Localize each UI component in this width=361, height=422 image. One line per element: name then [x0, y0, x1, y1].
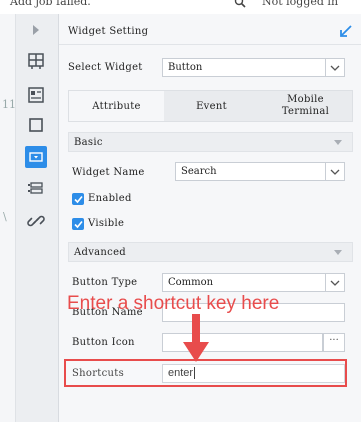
expand-icon[interactable] [32, 25, 40, 35]
layout-icon-button[interactable] [25, 50, 47, 72]
widget-name-label: Widget Name [72, 167, 145, 178]
button-icon-browse-button[interactable]: ··· [323, 333, 345, 352]
template-icon [28, 87, 44, 103]
widget-name-value: Search [181, 166, 217, 177]
basic-section-header[interactable]: Basic [68, 132, 353, 152]
status-message: Add job failed. [10, 0, 91, 8]
template-icon-button[interactable] [25, 84, 47, 106]
widget-name-dropdown[interactable]: Search [175, 162, 345, 181]
settings-tabs: Attribute Event Mobile Terminal [68, 90, 353, 122]
tab-label: Mobile Terminal [281, 94, 330, 117]
down-arrow-icon [183, 314, 209, 362]
advanced-section-header[interactable]: Advanced [68, 242, 353, 262]
section-title: Basic [74, 137, 103, 148]
checkmark-icon [73, 195, 83, 203]
list-icon [28, 182, 43, 194]
button-type-label: Button Type [72, 277, 138, 288]
frame-icon [29, 118, 43, 132]
tab-event[interactable]: Event [164, 91, 259, 121]
button-type-dropdown[interactable]: Common [162, 273, 345, 292]
top-strip: Add job failed. Not logged in [0, 0, 361, 14]
link-icon-button[interactable] [25, 210, 47, 232]
chevron-down-icon [325, 274, 344, 291]
button-type-value: Common [168, 277, 214, 288]
checkmark-icon [73, 220, 83, 228]
list-icon-button[interactable] [25, 178, 47, 200]
search-icon[interactable] [234, 0, 246, 8]
annotation-text: Enter a shortcut key here [67, 293, 280, 314]
layout-icon [28, 53, 44, 69]
visible-checkbox[interactable] [72, 218, 84, 230]
link-icon [27, 215, 45, 227]
widget-icon-button[interactable] [25, 146, 47, 168]
collapse-arrow-icon[interactable] [339, 24, 353, 38]
tab-attribute[interactable]: Attribute [69, 91, 164, 121]
tab-mobile-terminal[interactable]: Mobile Terminal [259, 91, 352, 121]
select-widget-label: Select Widget [68, 62, 143, 73]
login-status[interactable]: Not logged in [262, 0, 338, 8]
section-title: Advanced [74, 247, 126, 258]
tab-label: Attribute [92, 100, 141, 112]
panel-header: Widget Setting [59, 20, 361, 45]
collapse-triangle-icon [334, 250, 342, 255]
left-edge-strip: 11 \ [0, 14, 16, 422]
visible-label: Visible [88, 218, 125, 229]
chevron-down-icon [325, 59, 344, 76]
enabled-label: Enabled [88, 193, 132, 204]
enabled-checkbox[interactable] [72, 193, 84, 205]
panel-title: Widget Setting [68, 26, 149, 37]
select-widget-value: Button [168, 62, 203, 73]
button-icon-label: Button Icon [72, 337, 135, 348]
frame-icon-button[interactable] [25, 114, 47, 136]
collapse-triangle-icon [334, 140, 342, 145]
left-edge-fragment: 11 [2, 98, 16, 111]
widget-icon [29, 152, 43, 162]
select-widget-dropdown[interactable]: Button [162, 58, 345, 77]
widget-icon-bar [16, 14, 59, 422]
left-edge-fragment: \ [3, 210, 7, 223]
chevron-down-icon [325, 163, 344, 180]
tab-label: Event [196, 100, 227, 112]
